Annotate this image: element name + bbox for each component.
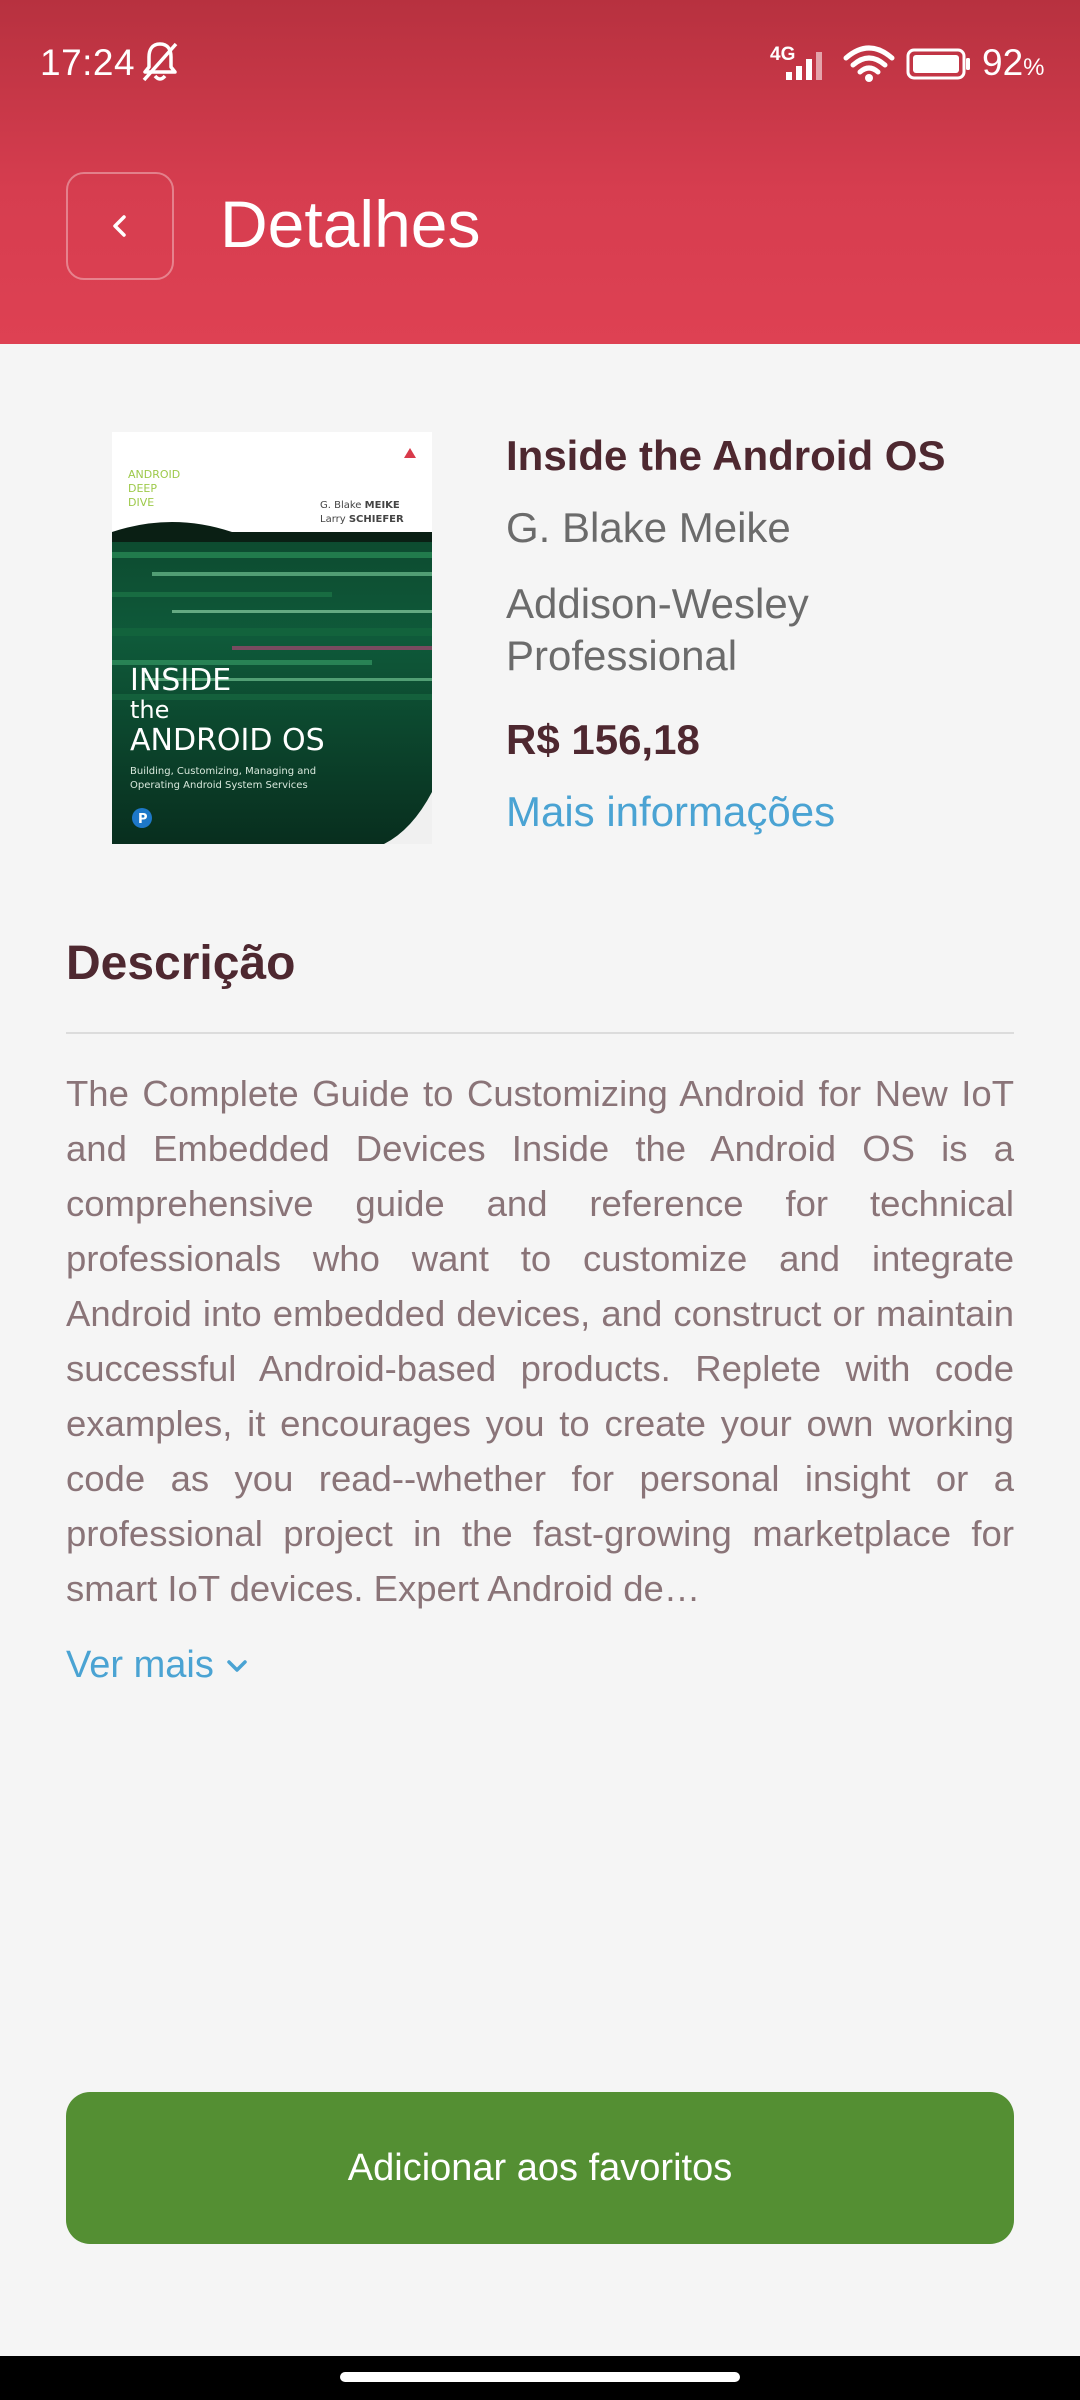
svg-text:G. Blake MEIKE: G. Blake MEIKE	[320, 500, 400, 511]
cover-series-line2: DEEP	[128, 482, 157, 495]
add-to-favorites-label: Adicionar aos favoritos	[347, 2146, 733, 2189]
svg-text:Larry SCHIEFER: Larry SCHIEFER	[320, 514, 404, 525]
cover-series-line3: DIVE	[128, 496, 154, 509]
signal-icon	[782, 46, 832, 82]
battery-percent-value: 92	[982, 42, 1024, 83]
chevron-down-icon	[227, 1659, 247, 1672]
home-gesture-handle[interactable]	[340, 2372, 740, 2382]
chevron-left-icon	[113, 215, 126, 237]
cover-publisher-mark: P	[138, 812, 148, 827]
bell-off-icon	[140, 40, 180, 84]
book-cover-image: ANDROID DEEP DIVE G. Blake MEIKE Larry S…	[112, 432, 432, 844]
cover-title-line3-suffix: OS	[282, 723, 325, 758]
page-title: Detalhes	[220, 187, 481, 261]
book-publisher: Addison-Wesley Professional	[506, 580, 809, 679]
status-bar: 17:24 4G 92%	[0, 0, 1080, 128]
battery-icon	[906, 48, 972, 80]
see-more-button[interactable]: Ver mais	[66, 1644, 250, 1687]
wifi-icon	[842, 44, 896, 84]
cover-title-line2: the	[130, 696, 169, 724]
description-heading: Descrição	[66, 937, 296, 990]
cover-subtitle-line1: Building, Customizing, Managing and	[130, 766, 316, 777]
svg-text:ANDROID OS: ANDROID OS	[130, 723, 325, 758]
battery-percent: 92%	[982, 42, 1045, 84]
cover-series-line1: ANDROID	[128, 468, 180, 481]
more-info-link[interactable]: Mais informações	[506, 788, 835, 836]
cover-subtitle-line2: Operating Android System Services	[130, 780, 308, 791]
divider	[66, 1032, 1014, 1034]
back-button[interactable]	[66, 172, 174, 280]
description-text: The Complete Guide to Customizing Androi…	[66, 1073, 1014, 1609]
see-more-label: Ver mais	[66, 1644, 214, 1686]
cover-author1-first: G. Blake	[320, 500, 361, 511]
app-header: 17:24 4G 92% Detalhes	[0, 0, 1080, 344]
cover-title-line1: INSIDE	[130, 663, 231, 698]
cover-author2-first: Larry	[320, 514, 346, 525]
cover-author1-last: MEIKE	[365, 500, 400, 511]
book-price: R$ 156,18	[506, 716, 700, 763]
cover-author2-last: SCHIEFER	[349, 514, 404, 525]
add-to-favorites-button[interactable]: Adicionar aos favoritos	[66, 2092, 1014, 2244]
cover-title-line3: ANDROID	[130, 723, 272, 758]
status-time: 17:24	[40, 42, 136, 83]
book-author: G. Blake Meike	[506, 504, 791, 551]
book-title: Inside the Android OS	[506, 432, 946, 479]
battery-percent-unit: %	[1023, 54, 1045, 81]
